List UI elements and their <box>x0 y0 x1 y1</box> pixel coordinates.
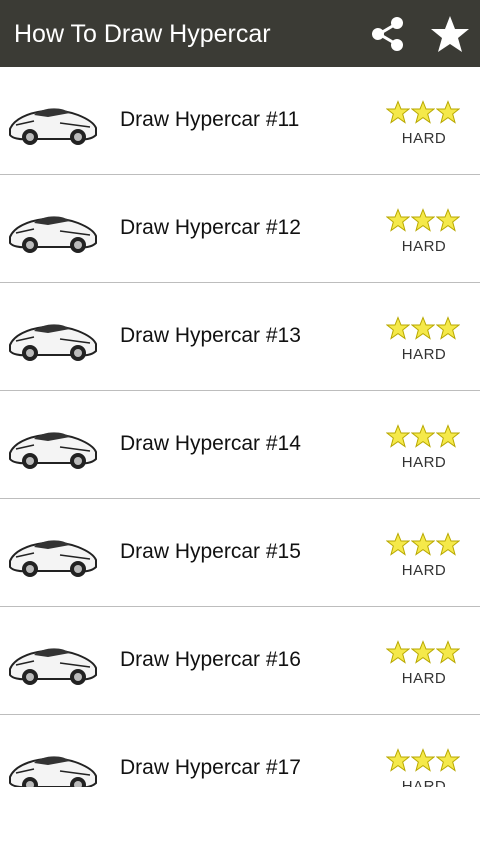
star-rating-icon <box>410 640 436 666</box>
difficulty-label: HARD <box>401 238 447 255</box>
car-thumbnail <box>4 405 100 481</box>
star-rating-icon <box>435 748 461 774</box>
car-thumbnail <box>4 81 100 157</box>
star-rating-icon <box>385 748 411 774</box>
star-rating-icon <box>435 424 461 450</box>
list-item[interactable]: Draw Hypercar #13 HARD <box>0 283 480 391</box>
difficulty-stars <box>385 532 462 558</box>
star-rating-icon <box>385 532 411 558</box>
star-rating-icon <box>410 208 436 234</box>
car-thumbnail <box>4 621 100 697</box>
difficulty-label: HARD <box>401 454 447 471</box>
share-icon[interactable] <box>368 15 406 53</box>
list-item[interactable]: Draw Hypercar #11 HARD <box>0 67 480 175</box>
star-rating-icon <box>435 208 461 234</box>
list-item[interactable]: Draw Hypercar #15 HARD <box>0 499 480 607</box>
difficulty-label: HARD <box>401 670 447 687</box>
difficulty-stars <box>385 640 462 666</box>
car-thumbnail <box>4 729 100 787</box>
item-label: Draw Hypercar #13 <box>120 324 301 347</box>
star-rating-icon <box>385 640 411 666</box>
difficulty-stars <box>385 208 462 234</box>
item-label: Draw Hypercar #12 <box>120 216 301 239</box>
difficulty-label: HARD <box>401 562 447 579</box>
item-label: Draw Hypercar #16 <box>120 648 301 671</box>
list-item[interactable]: Draw Hypercar #14 HARD <box>0 391 480 499</box>
difficulty-stars <box>385 100 462 126</box>
star-icon[interactable] <box>430 14 470 54</box>
app-bar: How To Draw Hypercar <box>0 0 480 67</box>
star-rating-icon <box>385 100 411 126</box>
item-label: Draw Hypercar #17 <box>120 756 301 779</box>
drawing-list: Draw Hypercar #11 HARD Draw Hypercar #12 HA… <box>0 67 480 787</box>
star-rating-icon <box>410 316 436 342</box>
list-item[interactable]: Draw Hypercar #17 HARD <box>0 715 480 787</box>
list-item[interactable]: Draw Hypercar #12 HARD <box>0 175 480 283</box>
difficulty-stars <box>385 316 462 342</box>
star-rating-icon <box>385 208 411 234</box>
difficulty-stars <box>385 424 462 450</box>
difficulty-label: HARD <box>401 130 447 147</box>
star-rating-icon <box>410 424 436 450</box>
item-label: Draw Hypercar #14 <box>120 432 301 455</box>
app-title: How To Draw Hypercar <box>14 20 271 48</box>
difficulty-stars <box>385 748 462 774</box>
star-rating-icon <box>410 100 436 126</box>
car-thumbnail <box>4 513 100 589</box>
star-rating-icon <box>435 100 461 126</box>
star-rating-icon <box>435 640 461 666</box>
star-rating-icon <box>435 532 461 558</box>
star-rating-icon <box>410 748 436 774</box>
star-rating-icon <box>385 424 411 450</box>
difficulty-label: HARD <box>401 778 447 787</box>
item-label: Draw Hypercar #11 <box>120 108 300 131</box>
car-thumbnail <box>4 297 100 373</box>
car-thumbnail <box>4 189 100 265</box>
item-label: Draw Hypercar #15 <box>120 540 301 563</box>
difficulty-label: HARD <box>401 346 447 363</box>
list-item[interactable]: Draw Hypercar #16 HARD <box>0 607 480 715</box>
star-rating-icon <box>385 316 411 342</box>
star-rating-icon <box>410 532 436 558</box>
star-rating-icon <box>435 316 461 342</box>
